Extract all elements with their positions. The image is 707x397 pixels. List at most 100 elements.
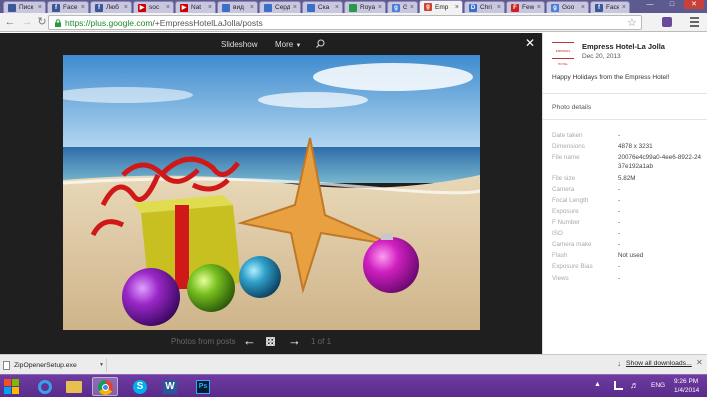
detail-value: - (618, 275, 621, 282)
address-bar[interactable]: https://plus.google.com/+EmpressHotelLaJ… (48, 15, 642, 30)
browser-tab[interactable]: D Chri × (464, 1, 505, 13)
tab-close-icon[interactable]: × (378, 4, 382, 11)
detail-label: File size (552, 175, 576, 182)
windows-taskbar: S W Ps ▲ ♬ ENG 9:26 PM 1/4/2014 (0, 374, 707, 397)
tab-title: Chri (480, 4, 492, 11)
tab-close-icon[interactable]: × (455, 4, 459, 11)
clock-time[interactable]: 9:26 PM (674, 378, 698, 385)
more-label: More (275, 40, 294, 49)
extension-icon[interactable] (662, 17, 672, 27)
browser-tab[interactable]: gGoo× (387, 1, 418, 13)
tab-favicon-icon: ▶ (180, 3, 188, 12)
browser-tab[interactable]: f Люб × (90, 1, 132, 13)
detail-value: - (618, 208, 621, 215)
browser-tab[interactable]: ▶ soc × (133, 1, 174, 13)
photo-detail-row: Exposure - (552, 208, 702, 217)
next-arrow-icon[interactable]: → (288, 333, 301, 348)
more-button[interactable]: More ▼ (275, 40, 301, 49)
photo-details-title: Photo details (552, 104, 592, 111)
tab-close-icon[interactable]: × (208, 4, 212, 11)
browser-tab[interactable]: F Few × (506, 1, 545, 13)
tab-close-icon[interactable]: × (124, 4, 128, 11)
browser-tab[interactable]: fFace× (47, 1, 89, 13)
tab-close-icon[interactable]: × (38, 4, 42, 11)
network-icon[interactable] (614, 381, 623, 390)
post-date[interactable]: Dec 20, 2013 (582, 53, 621, 60)
maximize-icon[interactable]: □ (662, 0, 682, 9)
download-item[interactable]: ZipOpenerSetup.exe ▼ (3, 358, 107, 372)
lock-icon (55, 18, 61, 27)
tab-close-icon[interactable]: × (166, 4, 170, 11)
bookmark-star-icon[interactable]: ☆ (627, 16, 637, 29)
browser-tab[interactable]: Писк × (3, 1, 46, 13)
browser-toolbar: ← → ↻ https://plus.google.com/+EmpressHo… (0, 13, 707, 32)
slideshow-button[interactable]: Slideshow (221, 40, 257, 49)
browser-tab[interactable]: вид × (217, 1, 258, 13)
minimize-icon[interactable]: — (640, 0, 660, 9)
detail-label: Dimensions (552, 143, 585, 150)
detail-value: 5.82M (618, 175, 636, 182)
start-button[interactable] (3, 378, 20, 395)
tab-close-icon[interactable]: × (410, 4, 414, 11)
detail-value: - (618, 132, 621, 139)
browser-tab[interactable]: g Emp × (419, 0, 463, 13)
tray-arrow-icon[interactable]: ▲ (594, 381, 601, 388)
language-indicator[interactable]: ENG (651, 382, 665, 389)
file-icon (3, 360, 10, 370)
photo-detail-row: Camera make - (552, 241, 702, 250)
photo-detail-row: Date taken - (552, 132, 702, 141)
author-name[interactable]: Empress Hotel-La Jolla (582, 42, 665, 51)
tab-title: Face (63, 4, 78, 11)
close-icon[interactable]: ✕ (696, 358, 703, 367)
tab-title: Серд (275, 4, 290, 11)
detail-label: File name (552, 154, 580, 161)
close-icon[interactable]: ✕ (525, 36, 535, 50)
forward-icon[interactable]: → (20, 15, 34, 29)
tab-title: Face (606, 4, 619, 11)
browser-tab[interactable]: Ска × (302, 1, 343, 13)
menu-icon[interactable] (690, 17, 699, 27)
reload-icon[interactable]: ↻ (35, 15, 49, 29)
zoom-icon[interactable] (316, 39, 325, 48)
browser-tab[interactable]: ▶ Nat × (175, 1, 216, 13)
tab-title: Ска (318, 4, 330, 11)
photo-detail-row: ISO - (552, 230, 702, 239)
grid-icon[interactable] (266, 337, 275, 346)
ie-taskbar-icon[interactable] (32, 377, 58, 396)
tab-close-icon[interactable]: × (537, 4, 541, 11)
tab-close-icon[interactable]: × (335, 4, 339, 11)
tab-title: Emp (435, 3, 449, 11)
browser-tab[interactable]: Roya × (344, 1, 386, 13)
previous-arrow-icon[interactable]: ← (243, 333, 256, 348)
hotel-logo[interactable]: EMPRESS HOTEL (552, 42, 574, 66)
clock-date[interactable]: 1/4/2014 (674, 387, 699, 394)
tab-close-icon[interactable]: × (81, 4, 85, 11)
download-arrow-icon: ↓ (617, 359, 621, 368)
tab-close-icon[interactable]: × (622, 4, 626, 11)
chevron-down-icon[interactable]: ▼ (99, 362, 104, 368)
back-icon[interactable]: ← (3, 15, 17, 29)
tab-close-icon[interactable]: × (293, 4, 297, 11)
browser-tab[interactable]: Серд × (259, 1, 301, 13)
detail-label: Views (552, 275, 569, 282)
tab-close-icon[interactable]: × (581, 4, 585, 11)
close-window-icon[interactable]: ✕ (684, 0, 704, 9)
volume-icon[interactable]: ♬ (630, 380, 639, 390)
tab-close-icon[interactable]: × (250, 4, 254, 11)
photo-caption: Happy Holidays from the Empress Hotel! (552, 74, 670, 81)
skype-taskbar-icon[interactable]: S (127, 377, 153, 396)
lightbox-header: Slideshow More ▼ ✕ (0, 33, 542, 55)
detail-value: 20076e4c99a0-4ee6-8922-2437e192a1ab (618, 154, 701, 170)
browser-tab[interactable]: gGoo× (546, 1, 589, 13)
word-taskbar-icon[interactable]: W (157, 377, 183, 396)
detail-label: Camera (552, 186, 575, 193)
explorer-taskbar-icon[interactable] (61, 377, 87, 396)
tab-favicon-icon (264, 3, 272, 12)
chrome-taskbar-icon[interactable] (92, 377, 118, 396)
photoshop-taskbar-icon[interactable]: Ps (190, 377, 216, 396)
detail-label: Exposure Bias (552, 263, 593, 270)
tab-close-icon[interactable]: × (497, 4, 501, 11)
show-all-downloads-link[interactable]: Show all downloads... (626, 360, 692, 367)
photo-info-panel: EMPRESS HOTEL Empress Hotel-La Jolla Dec… (542, 33, 707, 354)
browser-tab[interactable]: fFace× (590, 1, 630, 13)
